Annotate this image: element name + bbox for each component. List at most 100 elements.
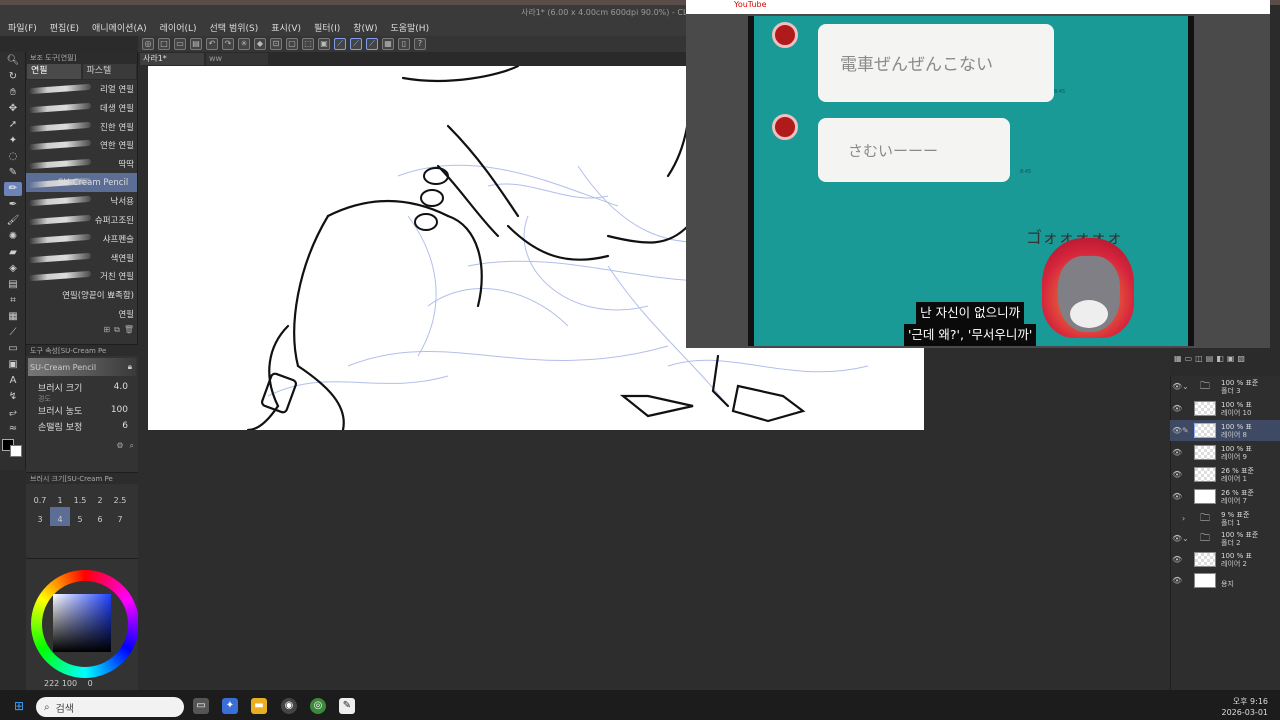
rotate-icon[interactable]: ↻ (4, 70, 22, 84)
new-file-icon[interactable]: □ (158, 38, 170, 50)
menu-window[interactable]: 창(W) (353, 21, 377, 34)
pen-icon[interactable]: ✒︎ (4, 198, 22, 212)
canvas-tab[interactable]: ww (206, 53, 268, 65)
layer-folder-icon[interactable]: ▭ (1185, 354, 1193, 374)
visibility-icon[interactable]: 👁︎ (1172, 426, 1182, 435)
brush-item[interactable]: 샤프펜슬 (26, 230, 137, 249)
move-icon[interactable]: ✥ (4, 102, 22, 116)
clip-studio-icon[interactable]: ✎ (339, 698, 355, 714)
size-option[interactable]: 6 (90, 507, 110, 526)
brush-icon[interactable]: 🖌︎ (4, 214, 22, 228)
magic-wand-icon[interactable]: ✦ (4, 134, 22, 148)
brush-size-row[interactable]: 브러시 크기 4.0 (26, 380, 138, 394)
brush-item[interactable]: 딱딱 (26, 155, 137, 174)
expand-icon[interactable]: ⌄ (1182, 382, 1194, 391)
brush-item[interactable]: 슈퍼고조된 (26, 211, 137, 230)
brush-item[interactable]: 연한 연필 (26, 136, 137, 155)
size-option[interactable]: 2.5 (110, 488, 130, 507)
size-option[interactable]: 0.7 (30, 488, 50, 507)
expand-icon[interactable]: ⌄ (1182, 534, 1194, 543)
windows-start-icon[interactable]: ⊞ (14, 699, 28, 713)
transform-icon[interactable]: ⊡ (270, 38, 282, 50)
expand-icon[interactable]: › (1182, 514, 1194, 523)
navigator-icon[interactable]: ◎ (142, 38, 154, 50)
crop-icon[interactable]: ▢ (286, 38, 298, 50)
select-all-icon[interactable]: ▣ (318, 38, 330, 50)
brush-item[interactable]: 리얼 연필 (26, 80, 137, 99)
text-icon[interactable]: A (4, 374, 22, 388)
menu-layer[interactable]: 레이어(L) (160, 21, 197, 34)
zoom-icon[interactable]: 🔍︎ (4, 54, 22, 68)
stabilization-value[interactable]: 6 (122, 421, 128, 431)
color-swatches[interactable] (2, 439, 23, 457)
brush-item[interactable]: 연필 (26, 304, 137, 323)
app-icon-circle[interactable]: ◉ (281, 698, 297, 714)
add-brush-icon[interactable]: ⊞ (103, 325, 110, 335)
youtube-logo[interactable]: YouTube (734, 0, 767, 9)
frame-icon[interactable]: ▦ (4, 310, 22, 324)
lock-icon[interactable]: 🔒︎ (128, 362, 132, 372)
layer-clip-icon[interactable]: ▣ (1227, 354, 1235, 374)
ruler-icon[interactable]: ⟋ (334, 38, 346, 50)
visibility-icon[interactable]: 👁︎ (1172, 382, 1182, 391)
layer-row[interactable]: 👁︎ 100 % 표 레이어 9 (1170, 442, 1280, 463)
density-row[interactable]: 브러시 농도 100 (26, 403, 138, 417)
taskbar-search[interactable]: ⌕ 검색 (36, 697, 184, 717)
hand-icon[interactable]: ✋︎ (4, 86, 22, 100)
clear-icon[interactable]: ✳ (238, 38, 250, 50)
layer-mask-icon[interactable]: ◫ (1195, 354, 1203, 374)
size-option[interactable]: 5 (70, 507, 90, 526)
menu-selection[interactable]: 선택 범위(S) (210, 21, 259, 34)
visibility-icon[interactable]: 👁︎ (1172, 576, 1182, 585)
tab-pencil[interactable]: 연필 (27, 64, 81, 79)
system-clock[interactable]: 오후 9:16 2026-03-01 (1216, 696, 1269, 718)
pencil-icon[interactable]: ✏︎ (4, 182, 22, 196)
menu-help[interactable]: 도움말(H) (390, 21, 429, 34)
menu-view[interactable]: 표시(V) (271, 21, 301, 34)
visibility-icon[interactable]: 👁︎ (1172, 448, 1182, 457)
task-view-icon[interactable]: ▭ (193, 698, 209, 714)
layer-row-selected[interactable]: 👁︎ ✎ 100 % 표 레이어 8 (1170, 420, 1280, 441)
fill-icon[interactable]: ◆ (254, 38, 266, 50)
layer-row[interactable]: 👁︎ 100 % 표 레이어 2 (1170, 549, 1280, 570)
settings-icon[interactable]: ⚙ (116, 441, 123, 451)
brush-item[interactable]: 진한 연필 (26, 117, 137, 136)
menu-animation[interactable]: 애니메이션(A) (92, 21, 147, 34)
layer-delete-icon[interactable]: ▧ (1237, 354, 1245, 374)
layer-row[interactable]: 👁︎ 26 % 표준 레이어 1 (1170, 464, 1280, 485)
visibility-icon[interactable]: 👁︎ (1172, 534, 1182, 543)
video-player[interactable]: YouTube 電車ぜんぜんこない さむいーーー 8:45 8:45 ゴォォォォ… (686, 0, 1270, 348)
search-icon[interactable]: ⌕ (130, 441, 134, 451)
brush-size-value[interactable]: 4.0 (114, 382, 128, 392)
brush-item[interactable]: 낙서용 (26, 192, 137, 211)
layer-row[interactable]: 👁︎ 26 % 표준 레이어 7 (1170, 486, 1280, 507)
undo-icon[interactable]: ↶ (206, 38, 218, 50)
grid-icon[interactable]: ▦ (382, 38, 394, 50)
ruler-tool-icon[interactable]: ⟋ (4, 326, 22, 340)
blend-icon[interactable]: ≈ (4, 422, 22, 436)
menu-edit[interactable]: 편집(E) (50, 21, 79, 34)
ruler-snap-icon[interactable]: ⟋ (350, 38, 362, 50)
saturation-value-square[interactable] (53, 594, 111, 652)
size-option[interactable]: 1 (50, 488, 70, 507)
canvas-tab-active[interactable]: 사라1* (140, 53, 204, 65)
density-value[interactable]: 100 (111, 405, 128, 415)
layer-row[interactable]: 👁︎ 100 % 표 레이어 10 (1170, 398, 1280, 419)
fill-bucket-icon[interactable]: ◈ (4, 262, 22, 276)
file-explorer-icon[interactable]: ▬ (251, 698, 267, 714)
tab-pastel[interactable]: 파스텔 (82, 64, 136, 79)
size-option[interactable]: 2 (90, 488, 110, 507)
brush-item[interactable]: 연필(양끝이 뾰족함) (26, 286, 137, 305)
visibility-icon[interactable]: 👁︎ (1172, 470, 1182, 479)
chrome-icon[interactable]: ◎ (310, 698, 326, 714)
phone-icon[interactable]: ▯ (398, 38, 410, 50)
stabilization-row[interactable]: 손떨림 보정 6 (26, 419, 138, 433)
shape-icon[interactable]: ⌗ (4, 294, 22, 308)
eyedropper-icon[interactable]: ✎ (4, 166, 22, 180)
size-option[interactable]: 7 (110, 507, 130, 526)
layer-row[interactable]: 👁︎ 용지 (1170, 570, 1280, 591)
visibility-icon[interactable]: 👁︎ (1172, 492, 1182, 501)
select-icon[interactable]: ⬚ (302, 38, 314, 50)
save-icon[interactable]: ▤ (190, 38, 202, 50)
help-icon[interactable]: ? (414, 38, 426, 50)
